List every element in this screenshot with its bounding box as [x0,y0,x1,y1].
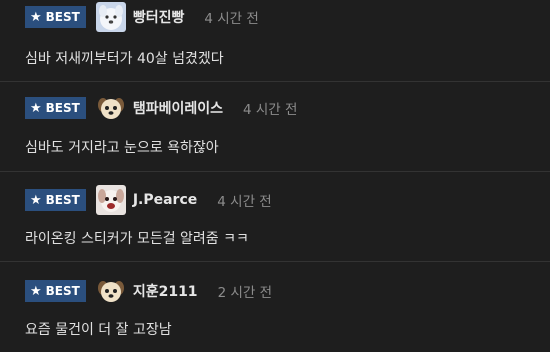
best-badge: ★ BEST [25,97,86,119]
star-icon: ★ [30,100,42,116]
comment-text: 라이온킹 스티커가 모든걸 알려줌 ㅋㅋ [25,231,249,247]
comment-item: ★ BEST J.Pearce 4 시간 전 라이온킹 스티커가 모든걸 알려줌… [0,172,550,262]
star-icon: ★ [30,192,42,208]
best-badge: ★ BEST [25,280,86,302]
nickname[interactable]: J.Pearce [133,192,197,208]
timestamp: 2 시간 전 [217,285,272,301]
comment-meta: ★ BEST 지훈2111 2 시간 전 [25,276,272,306]
dog-face-avatar[interactable] [95,185,126,215]
comment-meta: ★ BEST J.Pearce 4 시간 전 [25,185,272,215]
comment-item: ★ BEST 지훈2111 2 시간 전 요즘 물건이 더 잘 고장남 [0,262,550,352]
comment-text: 심바도 거지라고 눈으로 욕하잖아 [25,140,219,156]
comment-item: ★ BEST 빵터진빵 4 시간 전 심바 저새끼부터가 40살 넘겼겠다 [0,0,550,82]
star-icon: ★ [30,9,42,25]
comment-text: 요즘 물건이 더 잘 고장남 [25,322,172,338]
comment-text: 심바 저새끼부터가 40살 넘겼겠다 [25,51,224,67]
nickname[interactable]: 빵터진빵 [133,7,185,27]
comment-item: ★ BEST 탬파베이레이스 4 시간 전 심바도 거지라고 눈으로 욕하잖아 [0,82,550,172]
best-badge: ★ BEST [25,6,86,28]
white-dog-avatar[interactable] [95,2,126,32]
best-badge: ★ BEST [25,189,86,211]
comment-meta: ★ BEST 빵터진빵 4 시간 전 [25,2,259,32]
star-icon: ★ [30,283,42,299]
best-badge-label: BEST [45,101,80,115]
timestamp: 4 시간 전 [204,11,259,27]
nickname[interactable]: 탬파베이레이스 [133,98,223,118]
best-badge-label: BEST [45,193,80,207]
comment-meta: ★ BEST 탬파베이레이스 4 시간 전 [25,93,297,123]
puppy-avatar[interactable] [96,93,126,123]
comment-list: ★ BEST 빵터진빵 4 시간 전 심바 저새끼부터가 40살 넘겼겠다 ★ … [0,0,550,352]
timestamp: 4 시간 전 [217,194,272,210]
best-badge-label: BEST [45,284,80,298]
nickname[interactable]: 지훈2111 [133,281,198,301]
timestamp: 4 시간 전 [243,102,298,118]
best-badge-label: BEST [45,10,80,24]
puppy-avatar[interactable] [96,276,126,306]
